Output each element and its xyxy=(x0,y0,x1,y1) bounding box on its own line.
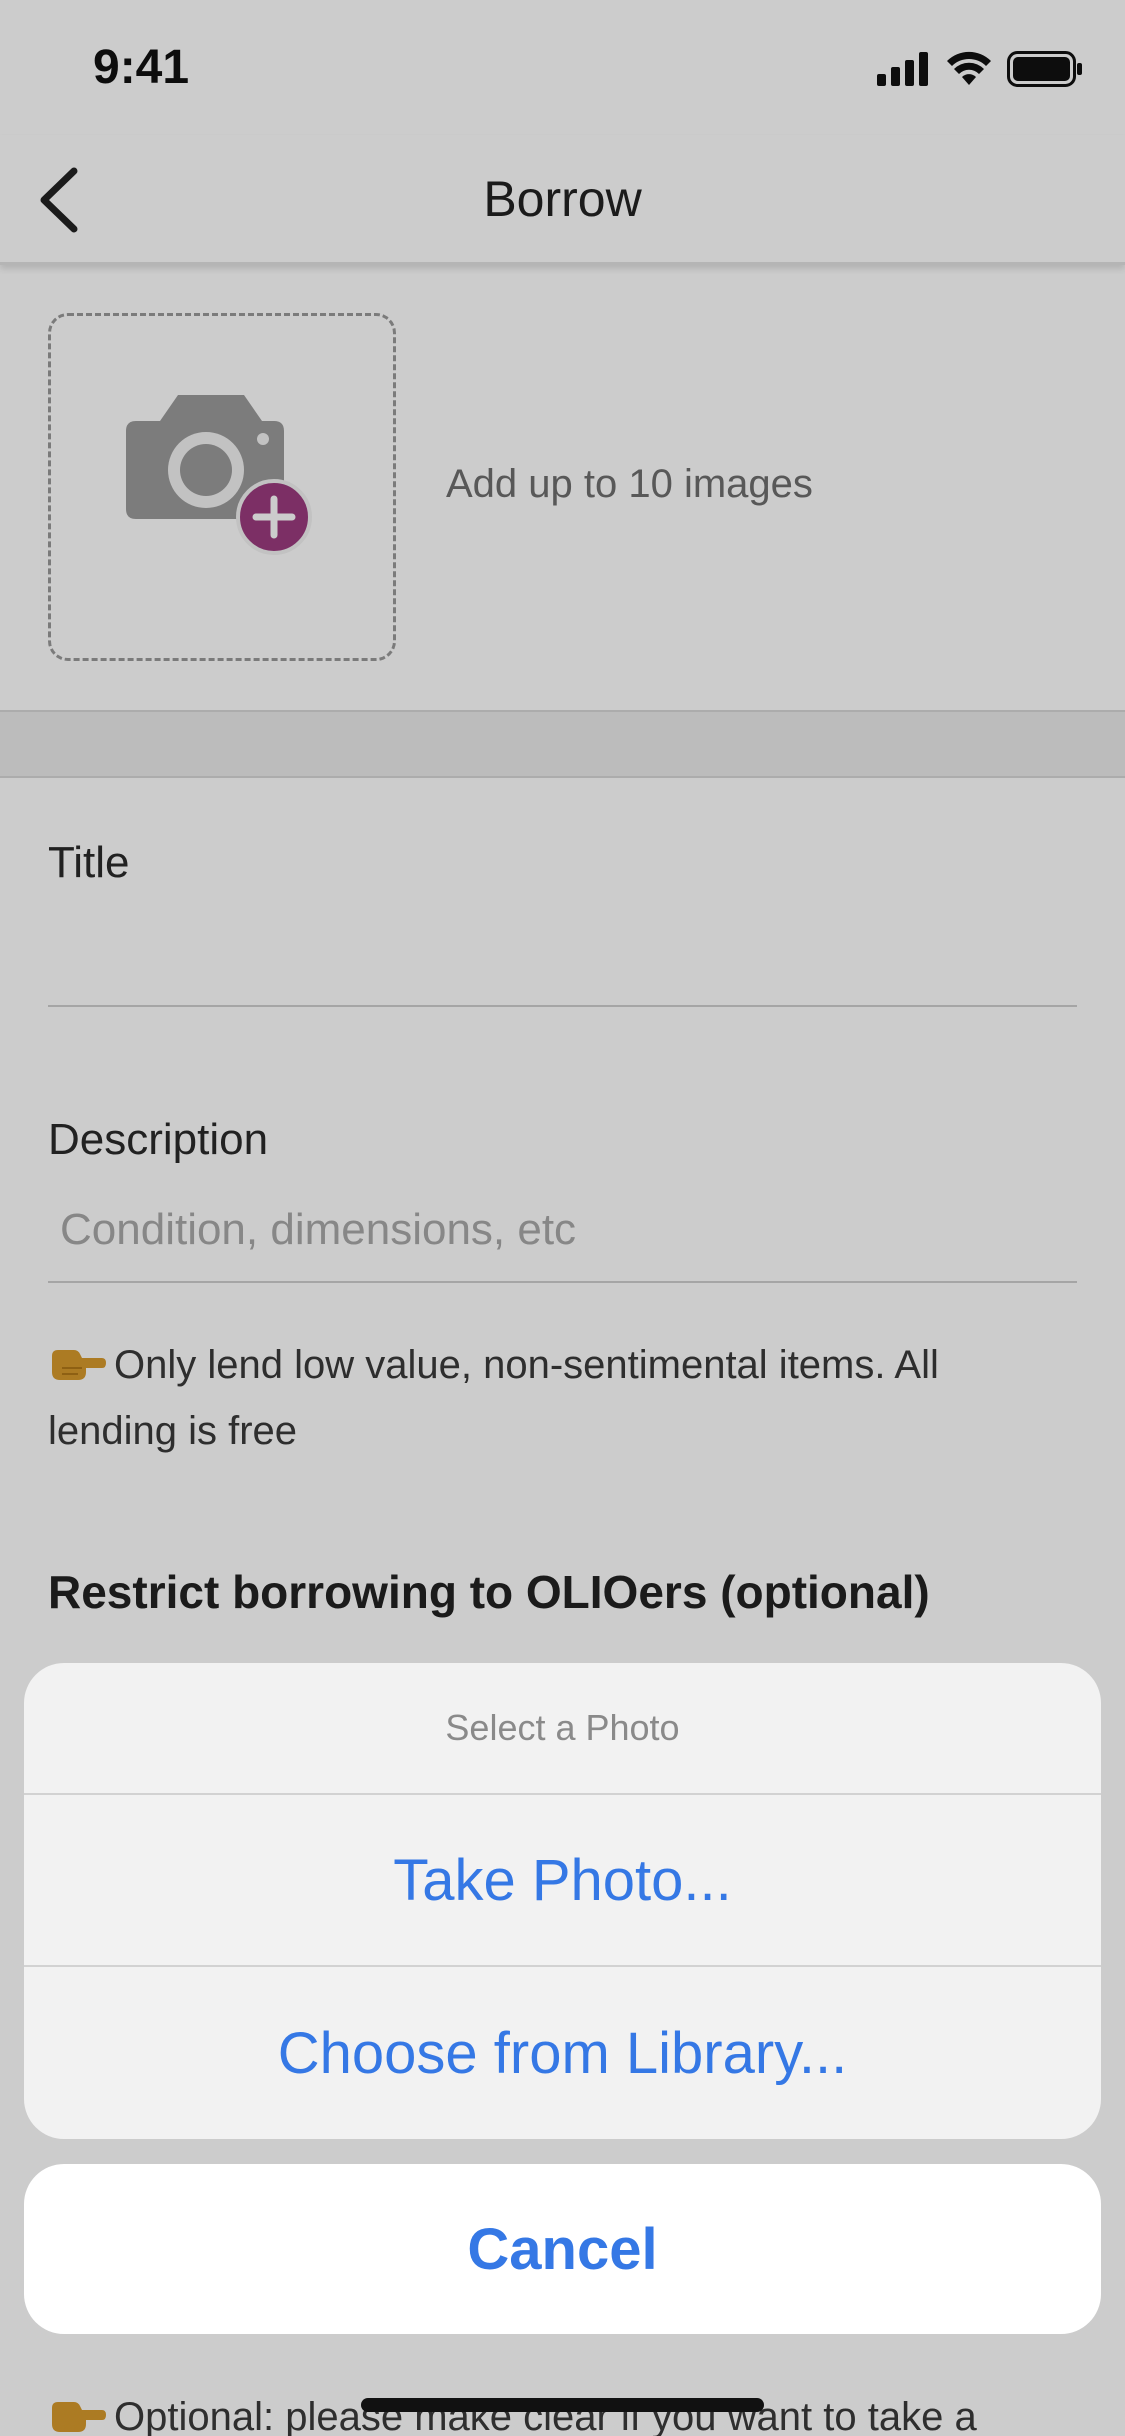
action-sheet-title: Select a Photo xyxy=(24,1663,1101,1795)
home-indicator xyxy=(361,2398,764,2412)
action-sheet: Select a Photo Take Photo... Choose from… xyxy=(24,1663,1101,2139)
choose-from-library-button[interactable]: Choose from Library... xyxy=(24,1967,1101,2139)
cancel-button[interactable]: Cancel xyxy=(24,2164,1101,2334)
take-photo-button[interactable]: Take Photo... xyxy=(24,1795,1101,1967)
